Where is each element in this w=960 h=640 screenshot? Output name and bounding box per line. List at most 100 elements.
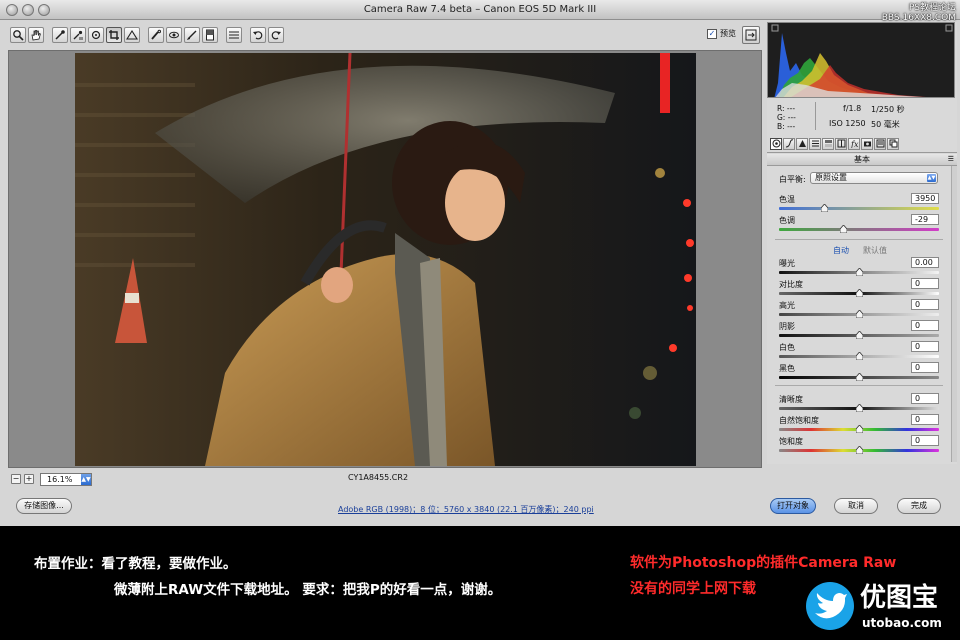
zoom-window-button[interactable] (38, 4, 50, 16)
highlights-slider[interactable]: 高光 0 (779, 299, 939, 320)
white-balance-value: 原照设置 (815, 173, 847, 182)
spot-removal-tool[interactable] (148, 27, 164, 43)
done-button[interactable]: 完成 (897, 498, 941, 514)
r-readout: R: --- (777, 104, 795, 113)
tab-lens-corrections[interactable] (835, 137, 847, 150)
svg-text:fx: fx (850, 140, 859, 148)
color-sampler-tool[interactable] (70, 27, 86, 43)
whites-slider[interactable]: 白色 0 (779, 341, 939, 362)
contrast-slider[interactable]: 对比度 0 (779, 278, 939, 299)
chevron-down-icon: ▲▼ (81, 473, 91, 485)
rotate-ccw-button[interactable] (250, 27, 266, 43)
contrast-thumb[interactable] (856, 289, 863, 297)
shadows-value[interactable]: 0 (911, 320, 939, 331)
red-eye-tool[interactable] (166, 27, 182, 43)
blacks-thumb[interactable] (856, 373, 863, 381)
shadows-thumb[interactable] (856, 331, 863, 339)
saturation-slider[interactable]: 饱和度 0 (779, 435, 939, 456)
presets-icon (876, 139, 884, 148)
preview-checkbox[interactable]: ✓ (707, 28, 717, 39)
contrast-value[interactable]: 0 (911, 278, 939, 289)
preferences-button[interactable] (226, 27, 242, 43)
blacks-value[interactable]: 0 (911, 362, 939, 373)
panel-menu-icon[interactable]: ☰ (948, 155, 954, 163)
shutter-value: 1/250 秒 (871, 105, 905, 114)
clarity-value[interactable]: 0 (911, 393, 939, 404)
adjustment-brush-tool[interactable] (184, 27, 200, 43)
tab-effects[interactable]: fx (848, 137, 860, 150)
zoom-level-select[interactable]: 16.1% ▲▼ (40, 472, 92, 486)
temperature-thumb[interactable] (820, 204, 828, 212)
caption-red-line-1: 软件为Photoshop的插件Camera Raw (630, 555, 897, 571)
rotate-ccw-icon (253, 31, 263, 40)
slider-thumb-icon (856, 352, 863, 360)
slider-thumb-icon (856, 268, 863, 276)
workflow-options-link[interactable]: Adobe RGB (1998)；8 位；5760 x 3840 (22.1 百… (338, 504, 594, 515)
rotate-cw-button[interactable] (268, 27, 284, 43)
tint-track[interactable] (779, 228, 939, 231)
saturation-value[interactable]: 0 (911, 435, 939, 446)
default-link[interactable]: 默认值 (863, 245, 887, 256)
exposure-slider[interactable]: 曝光 0.00 (779, 257, 939, 278)
panel-tabs: fx (767, 135, 957, 153)
whites-value[interactable]: 0 (911, 341, 939, 352)
highlights-thumb[interactable] (856, 310, 863, 318)
minimize-window-button[interactable] (22, 4, 34, 16)
white-balance-tool[interactable] (52, 27, 68, 43)
tab-camera-calibration[interactable] (861, 137, 873, 150)
fullscreen-button[interactable] (742, 26, 760, 44)
panel-scrollbar[interactable] (951, 166, 957, 462)
clarity-thumb[interactable] (856, 404, 863, 412)
b-readout: B: --- (777, 122, 795, 131)
exposure-thumb[interactable] (856, 268, 863, 276)
tab-tone-curve[interactable] (783, 137, 795, 150)
saturation-label: 饱和度 (779, 437, 803, 446)
cancel-button[interactable]: 取消 (834, 498, 878, 514)
white-balance-label: 白平衡: (779, 175, 806, 184)
tab-detail[interactable] (796, 137, 808, 150)
hand-icon (31, 30, 41, 41)
temperature-value[interactable]: 3950 (911, 193, 939, 204)
saturation-thumb[interactable] (856, 446, 863, 454)
tint-slider[interactable]: 色调 -29 (779, 214, 939, 235)
white-balance-select[interactable]: 原照设置 ▲▼ (810, 172, 938, 184)
straighten-tool[interactable] (124, 27, 140, 43)
hand-tool[interactable] (28, 27, 44, 43)
highlights-value[interactable]: 0 (911, 299, 939, 310)
image-canvas[interactable] (8, 50, 762, 468)
tab-snapshots[interactable] (887, 137, 899, 150)
tab-split-toning[interactable] (822, 137, 834, 150)
detail-icon (798, 140, 806, 147)
vibrance-thumb[interactable] (856, 425, 863, 433)
save-image-button[interactable]: 存储图像... (16, 498, 72, 514)
close-window-button[interactable] (6, 4, 18, 16)
zoom-tool[interactable] (10, 27, 26, 43)
zoom-in-button[interactable]: + (24, 474, 34, 484)
preview-toggle[interactable]: ✓ 预览 (707, 28, 736, 39)
vibrance-slider[interactable]: 自然饱和度 0 (779, 414, 939, 435)
caption-line-2: 微薄附上RAW文件下载地址。 要求：把我P的好看一点，谢谢。 (114, 582, 502, 598)
open-object-button[interactable]: 打开对象 (770, 498, 816, 514)
temperature-track[interactable] (779, 207, 939, 210)
crop-tool[interactable] (106, 27, 122, 43)
graduated-filter-tool[interactable] (202, 27, 218, 43)
auto-link[interactable]: 自动 (833, 245, 849, 256)
temperature-slider[interactable]: 色温 3950 (779, 193, 939, 214)
histogram (767, 22, 955, 98)
zoom-out-button[interactable]: − (11, 474, 21, 484)
raw-photo-preview[interactable] (75, 53, 696, 466)
blacks-slider[interactable]: 黑色 0 (779, 362, 939, 383)
tint-value[interactable]: -29 (911, 214, 939, 225)
tint-thumb[interactable] (840, 225, 847, 233)
clarity-slider[interactable]: 清晰度 0 (779, 393, 939, 414)
tab-hsl[interactable] (809, 137, 821, 150)
exposure-value[interactable]: 0.00 (911, 257, 939, 268)
shadows-slider[interactable]: 阴影 0 (779, 320, 939, 341)
tab-basic[interactable] (770, 137, 782, 150)
image-filename: CY1A8455.CR2 (348, 473, 409, 482)
whites-thumb[interactable] (856, 352, 863, 360)
curve-icon (785, 139, 793, 148)
tab-presets[interactable] (874, 137, 886, 150)
targeted-adjustment-tool[interactable] (88, 27, 104, 43)
vibrance-value[interactable]: 0 (911, 414, 939, 425)
